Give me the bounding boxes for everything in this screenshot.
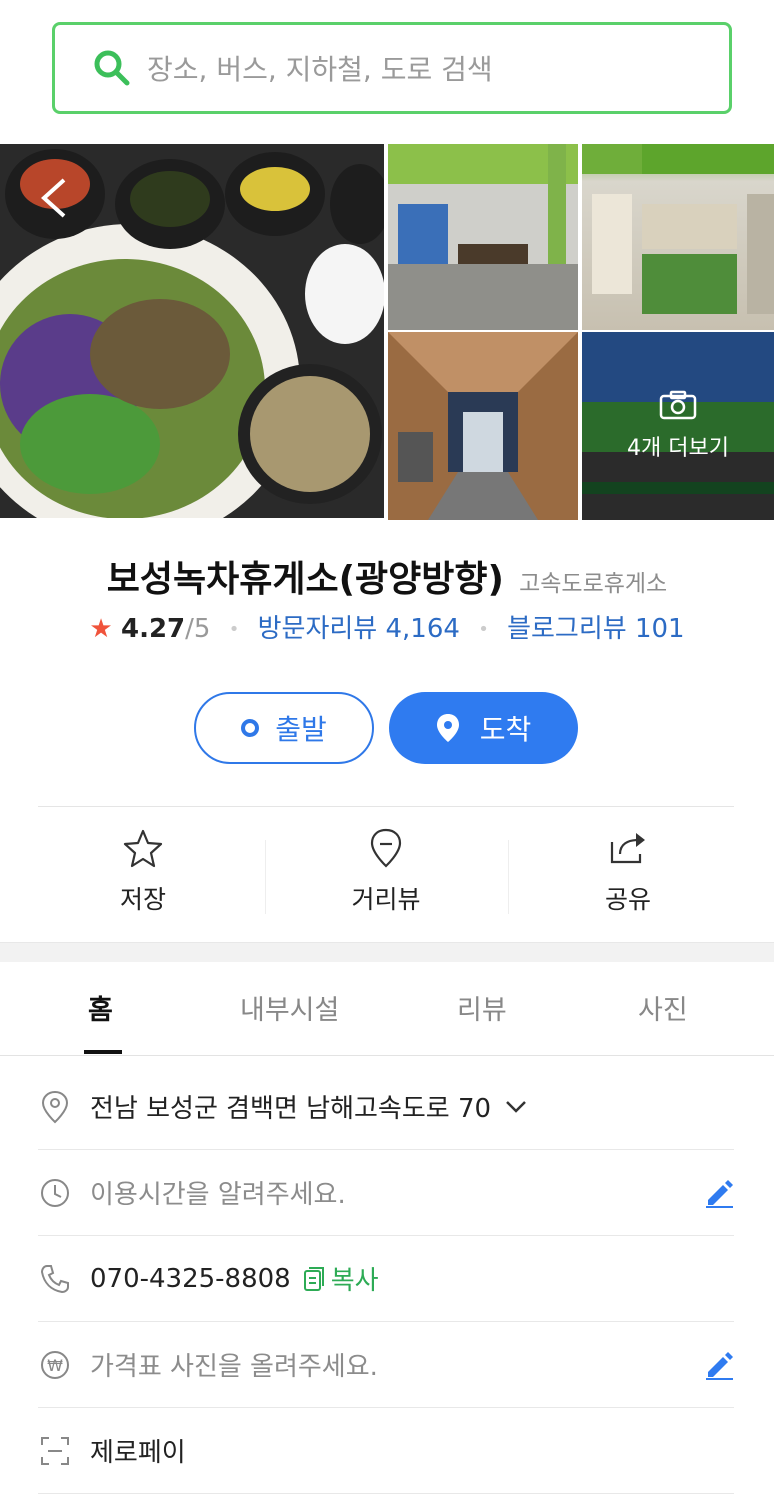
phone-number: 070-4325-8808 xyxy=(90,1263,291,1294)
zeropay-row[interactable]: 제로페이 xyxy=(38,1408,734,1494)
tab-home[interactable]: 홈 xyxy=(88,988,113,1027)
hours-row[interactable]: 이용시간을 알려주세요. xyxy=(38,1150,734,1236)
more-photos-label: 4개 더보기 xyxy=(627,436,729,461)
photo-main[interactable] xyxy=(0,144,384,518)
edit-pencil-icon[interactable] xyxy=(704,1178,734,1208)
address-text: 전남 보성군 겸백면 남해고속도로 70 xyxy=(90,1094,492,1124)
start-point-icon xyxy=(241,719,260,737)
hours-text: 이용시간을 알려주세요. xyxy=(90,1180,346,1210)
streetview-button[interactable]: 거리뷰 xyxy=(286,828,486,916)
visitor-reviews-link[interactable]: 방문자리뷰 4,164 xyxy=(258,614,460,644)
tab-photos[interactable]: 사진 xyxy=(638,988,688,1027)
copy-icon xyxy=(303,1266,325,1292)
share-label: 공유 xyxy=(604,885,651,914)
search-input[interactable]: 장소, 버스, 지하철, 도로 검색 xyxy=(52,22,732,114)
price-text: 가격표 사진을 올려주세요. xyxy=(90,1352,378,1382)
tab-reviews[interactable]: 리뷰 xyxy=(457,988,507,1027)
phone-icon xyxy=(38,1262,72,1296)
more-photos-overlay[interactable]: 4개 더보기 xyxy=(582,332,774,520)
scan-icon xyxy=(38,1434,72,1468)
photo-thumb-more[interactable]: 4개 더보기 xyxy=(582,332,774,520)
place-info: 보성녹차휴게소(광양방향) 고속도로휴게소 ★ 4.27/5 • 방문자리뷰 4… xyxy=(0,520,774,940)
place-category: 고속도로휴게소 xyxy=(519,571,668,597)
divider xyxy=(508,840,509,914)
save-button[interactable]: 저장 xyxy=(43,828,243,916)
address-row[interactable]: 전남 보성군 겸백면 남해고속도로 70 xyxy=(38,1064,734,1150)
search-icon xyxy=(93,49,131,87)
clock-icon xyxy=(38,1176,72,1210)
photo-thumb-2[interactable] xyxy=(582,144,774,330)
rating-value: 4.27 xyxy=(120,614,186,644)
copy-button[interactable]: 복사 xyxy=(303,1260,379,1297)
divider xyxy=(265,840,266,914)
chevron-down-icon[interactable] xyxy=(505,1100,527,1114)
separator-dot: • xyxy=(478,619,489,640)
place-name: 보성녹차휴게소(광양방향) xyxy=(106,559,504,600)
share-button[interactable]: 공유 xyxy=(528,828,728,916)
tab-facilities[interactable]: 내부시설 xyxy=(240,988,339,1027)
blog-reviews-link[interactable]: 블로그리뷰 101 xyxy=(507,614,685,644)
rating-max: /5 xyxy=(185,614,211,644)
camera-icon xyxy=(659,390,697,424)
phone-row[interactable]: 070-4325-8808 복사 xyxy=(38,1236,734,1322)
route-start-button[interactable]: 출발 xyxy=(194,692,374,764)
share-icon xyxy=(528,828,728,868)
route-end-label: 도착 xyxy=(479,713,532,746)
active-tab-indicator xyxy=(84,1050,122,1054)
star-icon xyxy=(43,828,243,868)
copy-label: 복사 xyxy=(330,1266,379,1296)
photo-thumb-1[interactable] xyxy=(388,144,578,330)
won-icon: ₩ xyxy=(38,1348,72,1382)
location-pin-icon xyxy=(38,1090,72,1124)
tab-bar: 홈 내부시설 리뷰 사진 xyxy=(0,962,774,1056)
edit-pencil-icon[interactable] xyxy=(704,1350,734,1380)
title-row: 보성녹차휴게소(광양방향) 고속도로휴게소 xyxy=(0,550,774,602)
price-row[interactable]: ₩ 가격표 사진을 올려주세요. xyxy=(38,1322,734,1408)
route-start-label: 출발 xyxy=(275,713,327,746)
separator-dot: • xyxy=(228,619,240,640)
action-bar: 저장 거리뷰 공유 xyxy=(0,820,774,930)
search-header: 장소, 버스, 지하철, 도로 검색 xyxy=(0,0,774,142)
streetview-label: 거리뷰 xyxy=(351,885,421,914)
zeropay-text: 제로페이 xyxy=(90,1438,186,1468)
divider xyxy=(38,806,734,807)
back-chevron-icon[interactable] xyxy=(38,176,70,220)
section-separator xyxy=(0,942,774,962)
svg-text:₩: ₩ xyxy=(47,1356,63,1375)
save-label: 저장 xyxy=(119,885,166,914)
location-pin-icon xyxy=(436,713,460,743)
rating-star-icon: ★ xyxy=(89,614,113,644)
route-end-button[interactable]: 도착 xyxy=(389,692,578,764)
rating-row: ★ 4.27/5 • 방문자리뷰 4,164 • 블로그리뷰 101 xyxy=(0,608,774,645)
search-placeholder: 장소, 버스, 지하철, 도로 검색 xyxy=(147,53,493,86)
streetview-icon xyxy=(286,828,486,868)
photo-thumb-3[interactable] xyxy=(388,332,578,520)
photo-gallery: 4개 더보기 xyxy=(0,142,774,520)
